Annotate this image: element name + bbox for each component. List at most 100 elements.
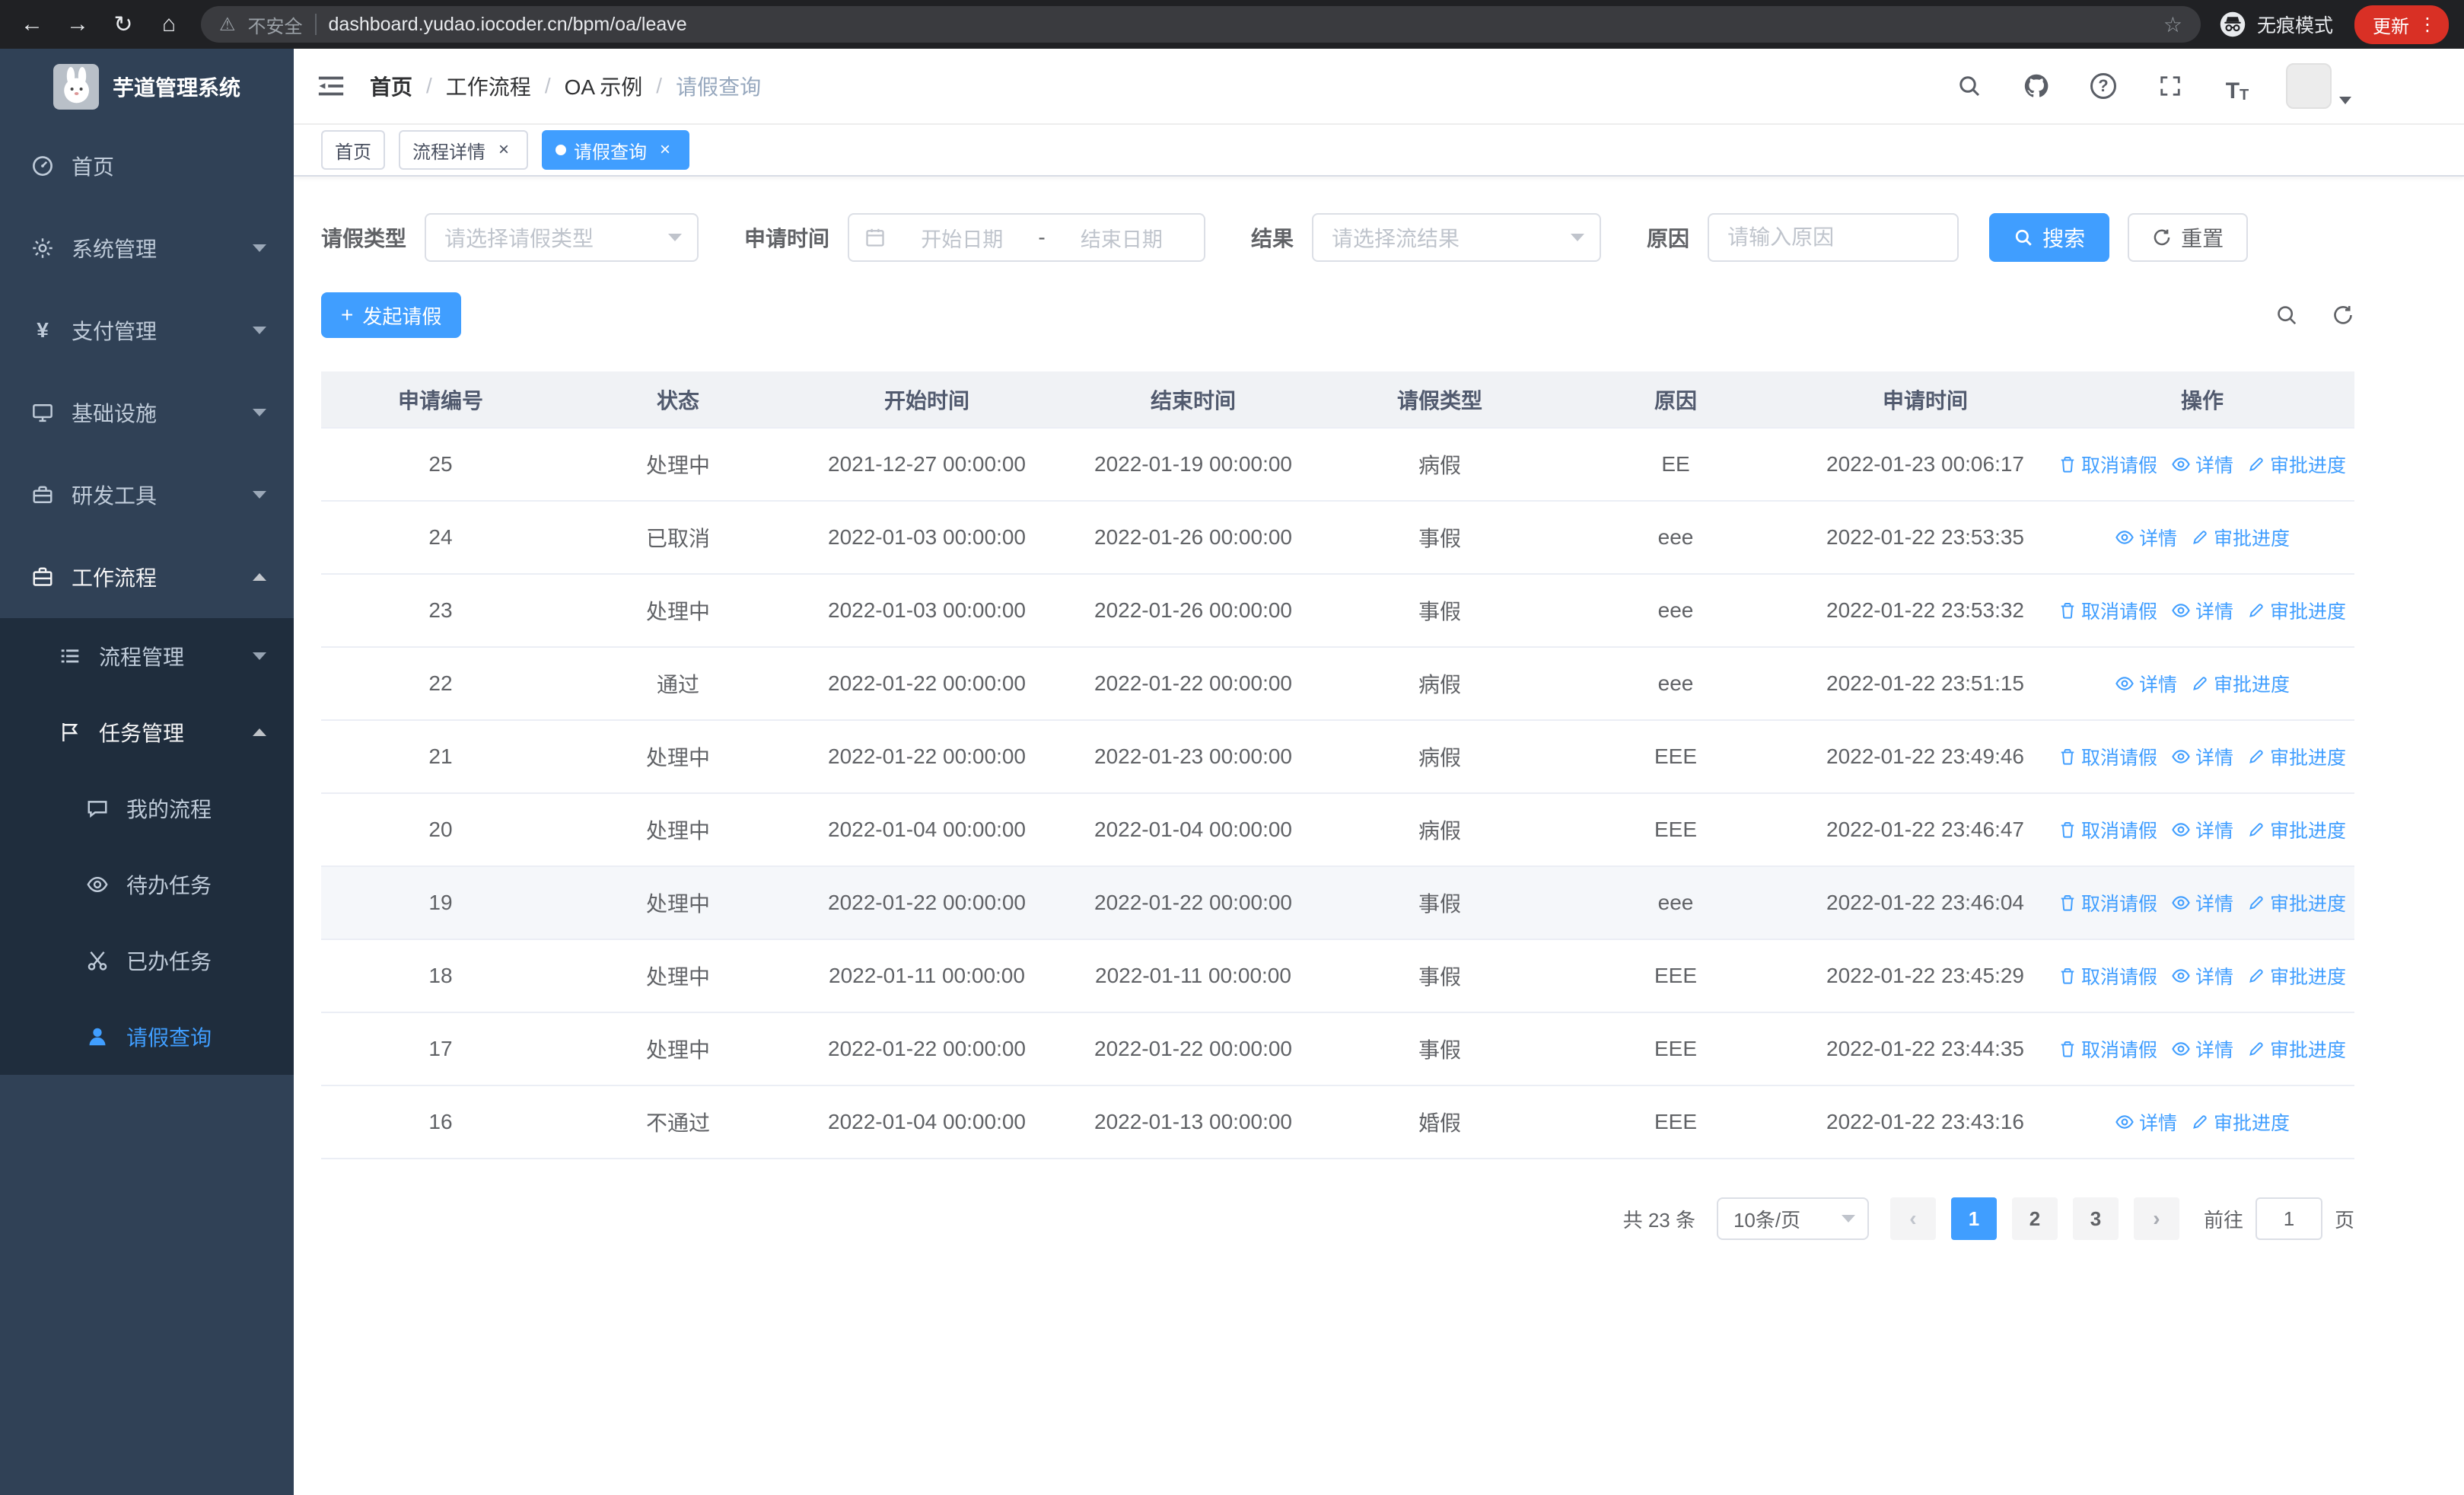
- refresh-table-icon[interactable]: [2332, 304, 2354, 327]
- address-bar[interactable]: ⚠ 不安全 dashboard.yudao.iocoder.cn/bpm/oa/…: [201, 6, 2201, 43]
- search-icon: [2015, 229, 2032, 246]
- approval-progress-link[interactable]: 审批进度: [2247, 597, 2346, 624]
- detail-link[interactable]: 详情: [2171, 816, 2233, 843]
- detail-link[interactable]: 详情: [2115, 670, 2177, 697]
- sidebar-item-payment[interactable]: ¥ 支付管理: [0, 289, 294, 371]
- cancel-leave-link[interactable]: 取消请假: [2058, 1035, 2157, 1063]
- approval-progress-link[interactable]: 审批进度: [2247, 743, 2346, 770]
- forward-icon[interactable]: →: [58, 5, 97, 44]
- reload-icon[interactable]: ↻: [103, 5, 143, 44]
- tab-process-detail[interactable]: 流程详情 ×: [399, 130, 528, 170]
- github-icon[interactable]: [2018, 68, 2055, 104]
- sidebar-item-done-tasks[interactable]: 已办任务: [0, 923, 294, 999]
- breadcrumb-item-oa-example[interactable]: OA 示例: [565, 71, 643, 101]
- approval-progress-link[interactable]: 审批进度: [2191, 670, 2290, 697]
- chevron-down-icon: [1571, 234, 1585, 241]
- approval-progress-link[interactable]: 审批进度: [2247, 451, 2346, 478]
- cell-end-time: 2022-01-22 00:00:00: [1058, 1012, 1329, 1086]
- sidebar-item-leave-query[interactable]: 请假查询: [0, 999, 294, 1075]
- cell-actions: 取消请假 详情 审批进度: [2050, 866, 2354, 940]
- help-icon[interactable]: ?: [2085, 68, 2122, 104]
- leave-type-select[interactable]: 请选择请假类型: [425, 213, 699, 262]
- sidebar-toggle-icon[interactable]: [317, 72, 345, 100]
- create-leave-button[interactable]: + 发起请假: [321, 292, 462, 338]
- page-button-2[interactable]: 2: [2011, 1197, 2058, 1240]
- leave-table: 申请编号 状态 开始时间 结束时间 请假类型 原因 申请时间 操作 25 处理中…: [321, 371, 2354, 1159]
- detail-link[interactable]: 详情: [2171, 451, 2233, 478]
- cell-start-time: 2022-01-22 00:00:00: [796, 1012, 1058, 1086]
- cancel-leave-link[interactable]: 取消请假: [2058, 743, 2157, 770]
- breadcrumb-item-home[interactable]: 首页: [370, 71, 412, 101]
- search-button[interactable]: 搜索: [1989, 213, 2110, 262]
- sidebar-item-home[interactable]: 首页: [0, 125, 294, 207]
- detail-link[interactable]: 详情: [2171, 1035, 2233, 1063]
- chat-bubble-icon: [85, 796, 110, 821]
- sidebar-item-devtools[interactable]: 研发工具: [0, 454, 294, 536]
- sidebar-item-system[interactable]: 系统管理: [0, 207, 294, 289]
- reset-button[interactable]: 重置: [2128, 213, 2249, 262]
- fullscreen-icon[interactable]: [2152, 68, 2189, 104]
- sidebar-item-process-management[interactable]: 流程管理: [0, 618, 294, 694]
- table-row: 17 处理中 2022-01-22 00:00:00 2022-01-22 00…: [321, 1012, 2354, 1086]
- cell-reason: EE: [1551, 428, 1800, 502]
- close-icon[interactable]: ×: [654, 139, 676, 161]
- cancel-leave-link[interactable]: 取消请假: [2058, 816, 2157, 843]
- goto-page-input[interactable]: [2255, 1197, 2322, 1240]
- person-icon: [85, 1025, 110, 1049]
- browser-menu-icon[interactable]: ⋮: [2418, 14, 2437, 36]
- sidebar-item-infrastructure[interactable]: 基础设施: [0, 371, 294, 454]
- cancel-leave-link[interactable]: 取消请假: [2058, 889, 2157, 916]
- start-date-input[interactable]: 开始日期: [895, 223, 1029, 253]
- result-select[interactable]: 请选择流结果: [1312, 213, 1602, 262]
- user-avatar-menu[interactable]: [2286, 63, 2351, 109]
- approval-progress-link[interactable]: 审批进度: [2247, 889, 2346, 916]
- sidebar-item-my-process[interactable]: 我的流程: [0, 770, 294, 846]
- next-page-button[interactable]: ›: [2133, 1197, 2179, 1240]
- approval-progress-link[interactable]: 审批进度: [2247, 1035, 2346, 1063]
- prev-page-button[interactable]: ‹: [1889, 1197, 1936, 1240]
- pen-icon: [2249, 604, 2263, 617]
- toggle-search-icon[interactable]: [2275, 304, 2298, 327]
- pen-icon: [2249, 1042, 2263, 1056]
- page-button-3[interactable]: 3: [2072, 1197, 2119, 1240]
- detail-link[interactable]: 详情: [2115, 524, 2177, 551]
- approval-progress-link[interactable]: 审批进度: [2247, 816, 2346, 843]
- approval-progress-link[interactable]: 审批进度: [2247, 962, 2346, 990]
- tab-leave-query[interactable]: 请假查询 ×: [542, 130, 689, 170]
- page-size-select[interactable]: 10条/页: [1716, 1197, 1869, 1240]
- cancel-leave-link[interactable]: 取消请假: [2058, 962, 2157, 990]
- detail-link[interactable]: 详情: [2115, 1108, 2177, 1136]
- breadcrumb-item-workflow[interactable]: 工作流程: [446, 71, 531, 101]
- chrome-update-button[interactable]: 更新 ⋮: [2354, 5, 2449, 44]
- home-icon[interactable]: ⌂: [149, 5, 189, 44]
- apply-time-range-picker[interactable]: 开始日期 - 结束日期: [848, 213, 1206, 262]
- approval-progress-link[interactable]: 审批进度: [2191, 1108, 2290, 1136]
- table-header-row: 申请编号 状态 开始时间 结束时间 请假类型 原因 申请时间 操作: [321, 371, 2354, 429]
- app-logo[interactable]: 芋道管理系统: [0, 49, 294, 125]
- header-search-icon[interactable]: [1951, 68, 1988, 104]
- close-icon[interactable]: ×: [493, 139, 514, 161]
- cancel-leave-link[interactable]: 取消请假: [2058, 597, 2157, 624]
- detail-link[interactable]: 详情: [2171, 743, 2233, 770]
- incognito-label: 无痕模式: [2256, 15, 2333, 37]
- cancel-leave-link[interactable]: 取消请假: [2058, 451, 2157, 478]
- sidebar-item-workflow[interactable]: 工作流程: [0, 536, 294, 618]
- sidebar-item-task-management[interactable]: 任务管理: [0, 694, 294, 770]
- detail-link[interactable]: 详情: [2171, 962, 2233, 990]
- sidebar-item-todo-tasks[interactable]: 待办任务: [0, 846, 294, 923]
- approval-progress-link[interactable]: 审批进度: [2191, 524, 2290, 551]
- detail-link[interactable]: 详情: [2171, 889, 2233, 916]
- cell-leave-type: 婚假: [1329, 1085, 1551, 1159]
- eye-icon: [85, 872, 110, 897]
- cell-reason: eee: [1551, 501, 1800, 575]
- sidebar-item-label: 请假查询: [126, 1026, 212, 1050]
- end-date-input[interactable]: 结束日期: [1055, 223, 1189, 253]
- avatar: [2286, 63, 2332, 109]
- tab-home[interactable]: 首页: [321, 130, 385, 170]
- back-icon[interactable]: ←: [12, 5, 52, 44]
- font-size-icon[interactable]: TT: [2219, 68, 2255, 104]
- page-button-1[interactable]: 1: [1950, 1197, 1997, 1240]
- detail-link[interactable]: 详情: [2171, 597, 2233, 624]
- bookmark-star-icon[interactable]: ☆: [2163, 12, 2182, 37]
- reason-input[interactable]: [1708, 213, 1959, 262]
